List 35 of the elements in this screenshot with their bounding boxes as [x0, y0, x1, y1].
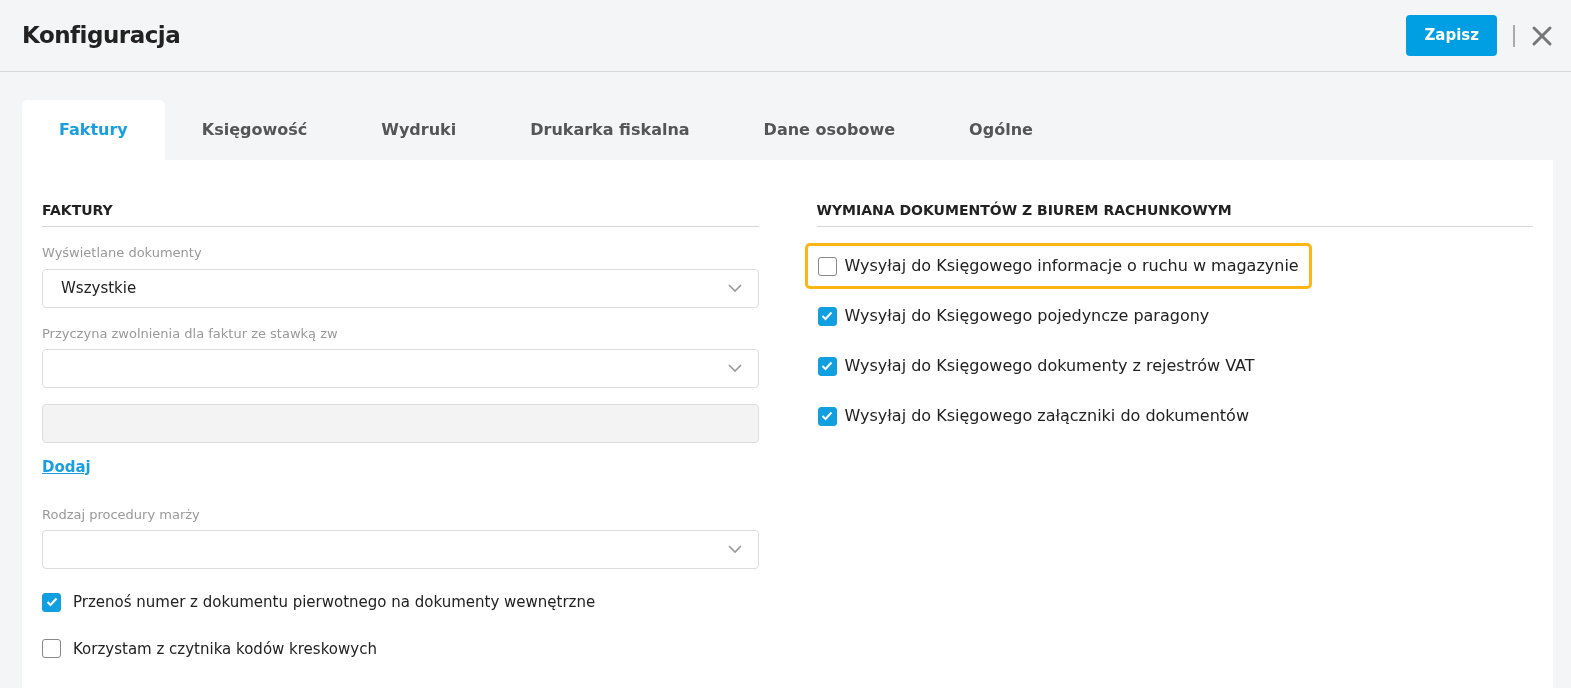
section-title: FAKTURY [42, 200, 759, 227]
check-icon [821, 311, 833, 321]
tab[interactable]: Ogólne [932, 100, 1070, 160]
select-field[interactable] [42, 349, 759, 388]
field-label: Rodzaj procedury marży [42, 505, 201, 524]
select-field[interactable] [42, 530, 759, 569]
check-icon [821, 411, 833, 421]
chevron-down-icon [727, 364, 742, 373]
check-icon [45, 597, 58, 608]
checkbox[interactable] [817, 356, 837, 376]
close-icon[interactable] [1531, 24, 1553, 47]
chevron-down-icon [727, 283, 742, 293]
tab[interactable]: Drukarka fiskalna [493, 100, 727, 160]
tab[interactable]: Wydruki [344, 100, 494, 160]
chevron-down-icon [727, 545, 742, 554]
checkbox[interactable] [817, 256, 837, 276]
checkbox-label: Wysyłaj do Księgowego pojedyncze paragony [844, 305, 1210, 327]
select-value: Wszystkie [61, 277, 137, 299]
checkbox-label: Korzystam z czytnika kodów kreskowych [73, 638, 377, 660]
field-label: Wyświetlane dokumenty [42, 244, 203, 262]
checkbox-label: Wysyłaj do Księgowego informacje o ruchu w magazynie [844, 255, 1299, 277]
tab[interactable]: Księgowość [164, 100, 345, 160]
window-title: Konfiguracja [22, 21, 182, 51]
checkbox[interactable] [817, 406, 837, 426]
check-icon [821, 361, 833, 371]
checkbox-label: Wysyłaj do Księgowego załączniki do dokumentów [844, 405, 1249, 427]
checkbox-label: Wysyłaj do Księgowego dokumenty z rejestrów VAT [844, 355, 1255, 377]
section-title: WYMIANA DOKUMENTÓW Z BIUREM RACHUNKOWYM [816, 200, 1533, 227]
checkbox[interactable] [42, 639, 61, 659]
checkbox[interactable] [42, 592, 61, 612]
checkbox-label: Przenoś numer z dokumentu pierwotnego na dokumenty wewnętrzne [73, 592, 596, 613]
field-label: Przyczyna zwolnienia dla faktur ze stawką zw [42, 324, 339, 343]
tab[interactable]: Dane osobowe [726, 100, 933, 160]
checkbox[interactable] [817, 306, 837, 326]
select-field[interactable]: Wszystkie [42, 268, 759, 308]
